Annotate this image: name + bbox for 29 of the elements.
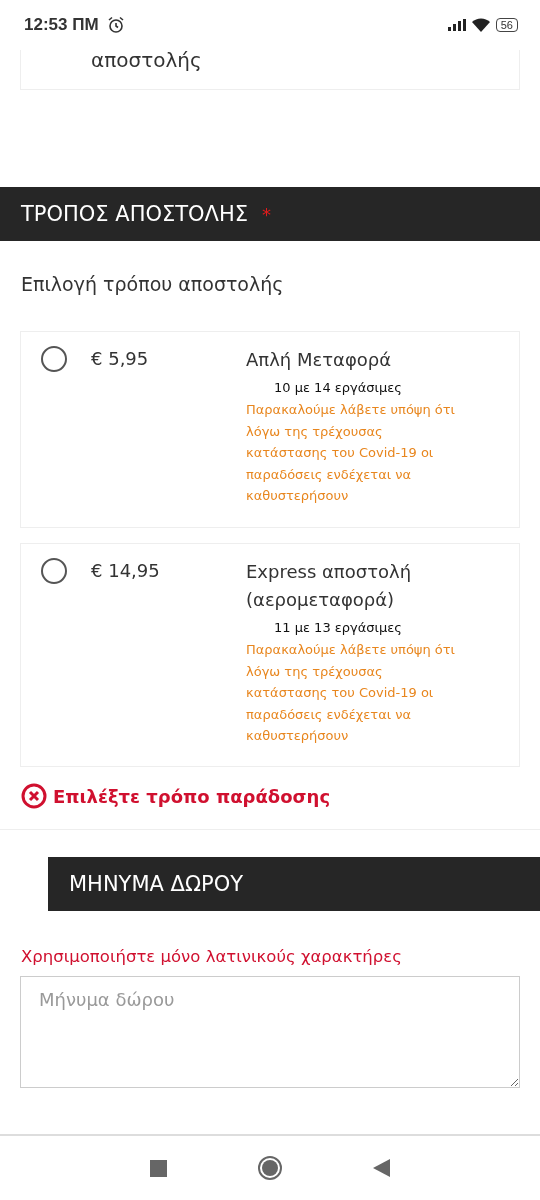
home-icon[interactable] <box>257 1155 283 1181</box>
shipping-option[interactable]: € 5,95 Απλή Μεταφορά 10 με 14 εργάσιμες Παρακαλούμε λάβετε υπόψη ότι λόγω της τρέχουσας κατάστασης του Covid-19 οι παραδόσεις ενδέχεται να καθυστερήσουν <box>20 331 520 528</box>
signal-icon <box>447 19 466 31</box>
status-time: 12:53 ΠΜ <box>24 15 99 35</box>
delivery-days: 11 με 13 εργάσιμες <box>274 620 461 635</box>
gift-message-field[interactable]: Μήνυμα δώρου <box>20 976 520 1088</box>
option-name: Express αποστολή (αερομεταφορά) <box>246 560 413 612</box>
section-title: ΜΗΝΥΜΑ ΔΩΡΟΥ <box>69 872 244 896</box>
covid-notice: Παρακαλούμε λάβετε υπόψη ότι λόγω της τρέχουσας κατάστασης του Covid-19 οι παραδόσεις ενδέχεται να καθυστερήσουν <box>246 401 456 505</box>
required-mark: * <box>262 203 272 225</box>
battery-icon: 56 <box>495 18 518 32</box>
section-title: ΤΡΟΠΟΣ ΑΠΟΣΤΟΛΗΣ <box>21 202 249 226</box>
wifi-icon <box>471 18 490 32</box>
option-price: € 5,95 <box>91 347 150 371</box>
option-price: € 14,95 <box>91 559 161 583</box>
radio-button[interactable] <box>41 346 67 372</box>
hint-text: Χρησιμοποιήστε μόνο λατινικούς χαρακτήρες <box>21 947 403 966</box>
back-icon[interactable] <box>373 1159 390 1177</box>
error-message: Επιλέξτε τρόπο παράδοσης <box>53 785 331 807</box>
covid-notice: Παρακαλούμε λάβετε υπόψη ότι λόγω της τρέχουσας κατάστασης του Covid-19 οι παραδόσεις ενδέχεται να καθυστερήσουν <box>246 641 456 745</box>
option-name: Απλή Μεταφορά <box>246 348 393 372</box>
error-icon <box>21 783 47 809</box>
radio-button[interactable] <box>41 558 67 584</box>
shipping-option[interactable]: € 14,95 Express αποστολή (αερομεταφορά) 11 με 13 εργάσιμες Παρακαλούμε λάβετε υπόψη ότι λόγω της τρέχουσας κατάστασης του Covid-19 οι παραδόσεις ενδέχεται να καθυστερήσουν <box>20 543 520 767</box>
card-text: αποστολής <box>91 48 202 72</box>
section-subtitle: Επιλογή τρόπου αποστολής <box>21 273 285 295</box>
alarm-icon <box>106 16 125 34</box>
recents-icon[interactable] <box>150 1159 167 1177</box>
delivery-days: 10 με 14 εργάσιμες <box>274 380 461 395</box>
